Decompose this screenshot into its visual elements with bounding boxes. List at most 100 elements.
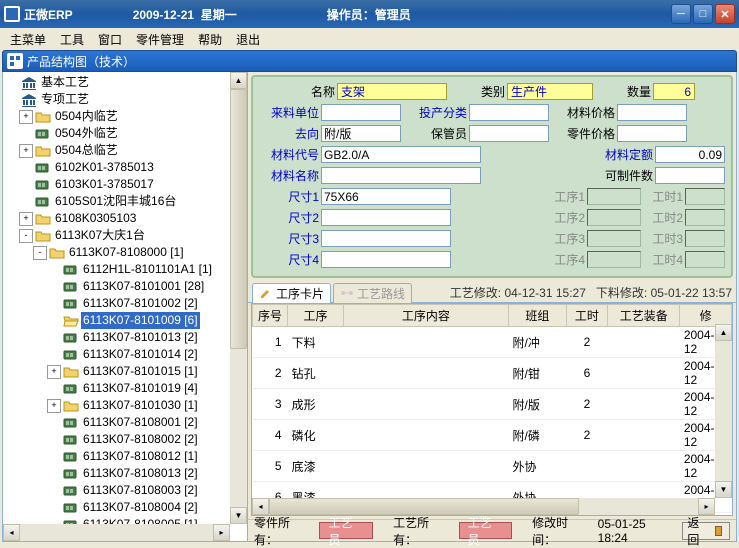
tree-node[interactable]: 6113K07-8101009 [6]: [5, 312, 247, 329]
tree-item-icon: [63, 467, 79, 481]
cell: [343, 451, 508, 482]
expand-icon[interactable]: +: [19, 110, 33, 124]
input-dim4[interactable]: [321, 251, 451, 268]
label-dim3: 尺寸3: [259, 230, 319, 247]
scroll-thumb-h[interactable]: [269, 498, 579, 515]
cell: 2: [566, 420, 607, 451]
inner-caption: 产品结构图（技术）: [2, 50, 737, 72]
menu-help[interactable]: 帮助: [192, 29, 228, 50]
tree-node[interactable]: 6102K01-3785013: [5, 159, 247, 176]
scroll-up-button[interactable]: ▲: [715, 324, 732, 341]
menu-tools[interactable]: 工具: [54, 29, 90, 50]
scroll-right-button[interactable]: ▸: [213, 524, 230, 541]
input-dim3[interactable]: [321, 230, 451, 247]
menu-parts[interactable]: 零件管理: [130, 29, 190, 50]
maximize-button[interactable]: □: [693, 4, 713, 24]
input-quota[interactable]: [655, 146, 725, 163]
input-matname[interactable]: [321, 167, 481, 184]
input-matcode[interactable]: [321, 146, 481, 163]
collapse-icon[interactable]: -: [19, 229, 33, 243]
tree-node[interactable]: 6113K07-8108013 [2]: [5, 465, 247, 482]
tree-node[interactable]: +0504内临艺: [5, 108, 247, 125]
scroll-left-button[interactable]: ◂: [3, 524, 20, 541]
col-header[interactable]: 工时: [566, 305, 607, 327]
scroll-thumb-v[interactable]: [230, 89, 247, 349]
grid-scrollbar-h[interactable]: ◂ ▸: [252, 498, 715, 515]
tree-node[interactable]: 6112H1L-8101101A1 [1]: [5, 261, 247, 278]
tree-node[interactable]: 6113K07-8108001 [2]: [5, 414, 247, 431]
menu-window[interactable]: 窗口: [92, 29, 128, 50]
tree-node[interactable]: 6103K01-3785017: [5, 176, 247, 193]
input-dim2[interactable]: [321, 209, 451, 226]
scroll-up-button[interactable]: ▲: [230, 72, 247, 89]
table-row[interactable]: 4磷化附/磷22004-12: [253, 420, 732, 451]
expand-icon[interactable]: +: [19, 144, 33, 158]
tree-node[interactable]: +0504总临艺: [5, 142, 247, 159]
route-icon: [340, 286, 354, 300]
expand-icon[interactable]: +: [47, 365, 61, 379]
tree-node[interactable]: +6113K07-8101015 [1]: [5, 363, 247, 380]
tree-node[interactable]: 6113K07-8108003 [2]: [5, 482, 247, 499]
tree-node[interactable]: -6113K07大庆1台: [5, 227, 247, 244]
tree-node[interactable]: 6113K07-8101019 [4]: [5, 380, 247, 397]
scroll-down-button[interactable]: ▼: [230, 507, 247, 524]
tree-node[interactable]: 6113K07-8108002 [2]: [5, 431, 247, 448]
tree-node[interactable]: 6105S01沈阳丰城16台: [5, 193, 247, 210]
status-value-3: 05-01-25 18:24: [598, 517, 679, 545]
col-header[interactable]: 工序内容: [343, 305, 508, 327]
grid-scrollbar-v[interactable]: ▲ ▼: [715, 324, 732, 498]
tree-item-icon: [63, 263, 79, 277]
table-row[interactable]: 3成形附/版22004-12: [253, 389, 732, 420]
table-row[interactable]: 2钻孔附/钳62004-12: [253, 358, 732, 389]
collapse-icon[interactable]: -: [33, 246, 47, 260]
scroll-left-button[interactable]: ◂: [252, 498, 269, 515]
label-matname: 材料名称: [259, 167, 319, 184]
label-h2: 工时2: [643, 209, 683, 226]
input-dest[interactable]: [321, 125, 401, 142]
input-invest[interactable]: [469, 104, 549, 121]
tab-route[interactable]: 工艺路线: [333, 283, 412, 303]
col-header[interactable]: 序号: [253, 305, 288, 327]
tree-node[interactable]: 6113K07-8108004 [2]: [5, 499, 247, 516]
input-keeper[interactable]: [469, 125, 549, 142]
tab-process-card[interactable]: 工序卡片: [252, 283, 331, 303]
expand-icon[interactable]: +: [19, 212, 33, 226]
input-partprice[interactable]: [617, 125, 687, 142]
tree-node[interactable]: +6108K0305103: [5, 210, 247, 227]
close-button[interactable]: ✕: [715, 4, 735, 24]
scroll-right-button[interactable]: ▸: [698, 498, 715, 515]
cell: 成形: [288, 389, 344, 420]
input-sets[interactable]: [655, 167, 725, 184]
tree-node[interactable]: 6113K07-8101014 [2]: [5, 346, 247, 363]
tree-node[interactable]: 6113K07-8101002 [2]: [5, 295, 247, 312]
col-header[interactable]: 工序: [288, 305, 344, 327]
scroll-down-button[interactable]: ▼: [715, 481, 732, 498]
table-row[interactable]: 1下料附/冲22004-12: [253, 327, 732, 358]
table-row[interactable]: 5底漆外协2004-12: [253, 451, 732, 482]
input-matprice[interactable]: [617, 104, 687, 121]
label-dim1: 尺寸1: [259, 188, 319, 205]
tree-node[interactable]: +6113K07-8101030 [1]: [5, 397, 247, 414]
tree-scrollbar-v[interactable]: ▲ ▼: [230, 72, 247, 524]
menu-exit[interactable]: 退出: [230, 29, 266, 50]
tree-node[interactable]: 6113K07-8101013 [2]: [5, 329, 247, 346]
tab-bar: 工序卡片 工艺路线 工艺修改: 04-12-31 15:27 下料修改: 05-…: [248, 281, 736, 303]
input-unit[interactable]: [321, 104, 401, 121]
app-title: 正微ERP: [24, 6, 73, 23]
back-button[interactable]: 返回: [682, 522, 730, 540]
tree-node[interactable]: 6113K07-8108012 [1]: [5, 448, 247, 465]
col-header[interactable]: 班组: [509, 305, 567, 327]
col-header[interactable]: 工艺装备: [608, 305, 680, 327]
minimize-button[interactable]: ─: [671, 4, 691, 24]
expand-icon[interactable]: +: [47, 399, 61, 413]
tree-scrollbar-h[interactable]: ◂ ▸: [3, 524, 230, 541]
tree-node[interactable]: 专项工艺: [5, 91, 247, 108]
tree-node[interactable]: -6113K07-8108000 [1]: [5, 244, 247, 261]
tab-label: 工序卡片: [276, 285, 324, 302]
tree-node[interactable]: 0504外临艺: [5, 125, 247, 142]
menu-main[interactable]: 主菜单: [4, 29, 52, 50]
tree-spacer: [47, 331, 61, 345]
input-dim1[interactable]: [321, 188, 451, 205]
tree-node[interactable]: 基本工艺: [5, 74, 247, 91]
tree-node[interactable]: 6113K07-8101001 [28]: [5, 278, 247, 295]
